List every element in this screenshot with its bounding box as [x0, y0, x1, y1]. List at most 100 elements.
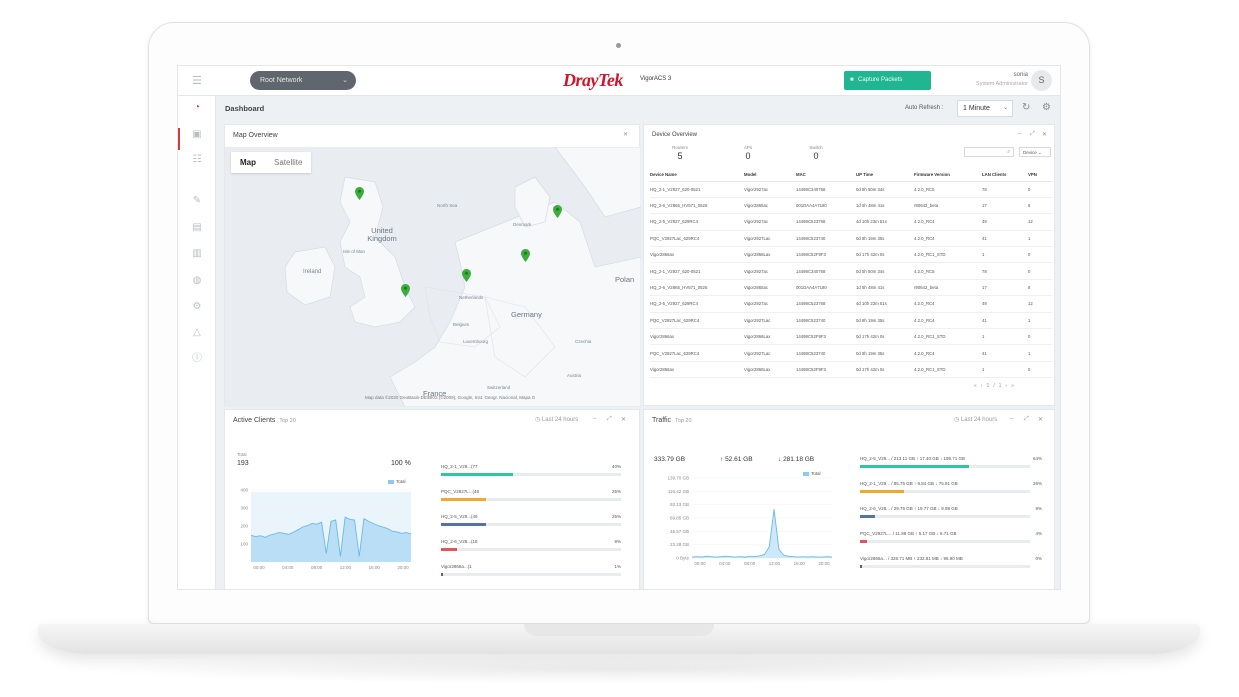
tab-satellite[interactable]: Satellite: [265, 152, 311, 173]
camera-icon: ■: [850, 77, 854, 83]
table-row[interactable]: PQC_V2927Lac_629RC4 Vigor2927Lac 14498C523…: [650, 230, 1052, 248]
map-marker-icon[interactable]: [355, 187, 364, 200]
time-range-select[interactable]: ◷ Last 24 hours: [535, 416, 578, 423]
table-cell: 0d 17h 42m 0s: [856, 328, 914, 346]
expand-icon[interactable]: ⤢: [607, 416, 612, 423]
device-search-input[interactable]: ⌕: [964, 147, 1014, 157]
monitoring-icon[interactable]: ▣: [190, 128, 204, 142]
table-row[interactable]: HQ_2-6_V2865_HV571_0526 Vigor2865ac 001DAA…: [650, 279, 1052, 297]
tab-map[interactable]: Map: [231, 152, 265, 173]
search-icon: ⌕: [1007, 149, 1010, 155]
expand-icon[interactable]: ⤢: [1024, 416, 1029, 423]
network-selector[interactable]: Root Network ⌄: [250, 71, 356, 90]
bar-item[interactable]: HQ_2-1_V29...(77 40%: [441, 464, 621, 484]
close-icon[interactable]: ✕: [1038, 416, 1043, 423]
webcam-icon: [616, 43, 621, 48]
bar-item[interactable]: HQ_2-1_V29... / 85.75 GB ↑ 9.84 GB ↓ 75.…: [860, 481, 1042, 501]
expand-icon[interactable]: ⤢: [1030, 131, 1035, 138]
minimize-icon[interactable]: –: [1010, 416, 1013, 422]
map-marker-icon[interactable]: [401, 284, 410, 297]
menu-icon[interactable]: ☰: [192, 74, 204, 87]
bar-item[interactable]: PQC_V2927L...(48 25%: [441, 489, 621, 509]
table-cell: r90642_beta: [914, 197, 982, 215]
bar-item[interactable]: HQ_2-6_V28...(18 9%: [441, 539, 621, 559]
table-cell: 14498C52F9F3: [796, 246, 856, 264]
dashboard-icon[interactable]: ◔: [190, 101, 204, 115]
table-cell: Vigor2866ax: [650, 328, 744, 346]
table-row[interactable]: HQ_2-6_V2865_HV571_0526 Vigor2865ac 001DAA…: [650, 197, 1052, 215]
contacts-icon[interactable]: ▥: [190, 247, 204, 261]
table-row[interactable]: HQ_2-5_V2927_629RC4 Vigor2927ac 14498C5237…: [650, 295, 1052, 313]
settings-sliders-icon[interactable]: ☷: [190, 153, 204, 167]
column-header[interactable]: Model: [744, 169, 796, 182]
traffic-download: ↓ 281.18 GB: [778, 456, 814, 463]
minimize-icon[interactable]: –: [1018, 131, 1021, 137]
bar-item-label: HQ_2-5_V29... / 213.11 GB ↑ 17.40 GB ↓ 1…: [860, 456, 965, 461]
bar-item[interactable]: HQ_2-5_V29... / 213.11 GB ↑ 17.40 GB ↓ 1…: [860, 456, 1042, 476]
device-filter-value: Device: [1023, 150, 1037, 155]
close-icon[interactable]: ✕: [623, 131, 628, 138]
first-page-icon[interactable]: «: [974, 383, 981, 389]
table-cell: 14498C340768: [796, 181, 856, 198]
bar-item[interactable]: HQ_2-5_V29...(49 25%: [441, 514, 621, 534]
bar-item[interactable]: HQ_2-6_V28... / 29.75 GB ↑ 19.77 GB ↓ 9.…: [860, 506, 1042, 526]
table-cell: Vigor2866ax: [650, 246, 744, 264]
close-icon[interactable]: ✕: [1042, 131, 1047, 138]
avatar[interactable]: S: [1031, 70, 1052, 91]
info-icon[interactable]: ⓘ: [190, 352, 204, 366]
table-row[interactable]: Vigor2866ax Vigor2866Lax 14498C52F9F3 0d 17…: [650, 328, 1052, 346]
warning-icon[interactable]: △: [190, 326, 204, 340]
bar-item-label: HQ_2-1_V29... / 85.75 GB ↑ 9.84 GB ↓ 75.…: [860, 481, 958, 486]
bar-item[interactable]: Vigor2866a...(1 1%: [441, 564, 621, 584]
map-marker-icon[interactable]: [462, 269, 471, 282]
bar-fill: [441, 573, 443, 576]
column-header[interactable]: Firmware Version: [914, 169, 982, 182]
time-range-select[interactable]: ◷ Last 24 hours: [954, 416, 997, 423]
table-cell: Vigor2866Lax: [744, 246, 796, 264]
table-row[interactable]: HQ_2-1_V2927_620-0521 Vigor2927ac 14498C34…: [650, 181, 1052, 198]
table-cell: 8: [1028, 279, 1052, 297]
globe-icon[interactable]: ◍: [190, 274, 204, 288]
table-row[interactable]: HQ_2-5_V2927_629RC4 Vigor2927ac 14498C5237…: [650, 213, 1052, 231]
stat-label: Switch: [809, 145, 823, 150]
map-credit: Map data ©2020 GeoBasis-DE/BKG (©2009), …: [365, 395, 536, 400]
column-header[interactable]: MAC: [796, 169, 856, 182]
map-canvas[interactable]: Map Satellite United Kingdom Ireland Isl…: [225, 147, 641, 407]
panel-title-text: Active Clients: [233, 417, 276, 424]
close-icon[interactable]: ✕: [621, 416, 626, 423]
auto-refresh-select[interactable]: 1 Minute ⌄: [957, 100, 1013, 117]
bar-item-percent: 25%: [611, 514, 621, 519]
column-header[interactable]: Device Name: [650, 169, 744, 182]
table-row[interactable]: PQC_V2927Lac_629RC4 Vigor2927Lac 14498C523…: [650, 312, 1052, 330]
network-selector-label: Root Network: [260, 77, 303, 84]
column-header[interactable]: VPN: [1028, 169, 1052, 182]
column-header[interactable]: LAN Clients: [982, 169, 1028, 182]
table-row[interactable]: PQC_V2927Lac_629RC4 Vigor2927Lac 14498C523…: [650, 344, 1052, 362]
image-icon[interactable]: ▤: [190, 221, 204, 235]
tools-icon[interactable]: ✎: [190, 194, 204, 208]
user-info[interactable]: sonia System Administrator: [968, 71, 1028, 89]
capture-packets-button[interactable]: ■ Capture Packets: [844, 71, 931, 90]
table-cell: 14498C523740: [796, 230, 856, 248]
bar-item[interactable]: Vigor2866a... / 328.71 MB ↑ 232.81 MB ↓ …: [860, 556, 1042, 576]
refresh-icon[interactable]: ↻: [1022, 102, 1030, 113]
map-marker-icon[interactable]: [553, 205, 562, 218]
active-clients-chart[interactable]: 400 300 200 100 00:00 04:00 08:00 12:00 16:00 20:…: [225, 470, 425, 580]
device-type-filter[interactable]: Device ⌄: [1019, 147, 1051, 157]
bar-item[interactable]: PQC_V2927L... / 11.88 GB ↑ 5.17 GB ↓ 6.7…: [860, 531, 1042, 551]
download-icon: ↓: [778, 456, 782, 463]
gear-icon[interactable]: ⚙: [190, 300, 204, 314]
table-row[interactable]: Vigor2866ax Vigor2866Lax 14498C52F9F3 0d 17…: [650, 246, 1052, 264]
traffic-chart[interactable]: 139.70 GB 116.42 GB 93.13 GB 69.85 GB 46.57 …: [644, 470, 844, 582]
map-marker-icon[interactable]: [521, 249, 530, 262]
minimize-icon[interactable]: –: [593, 416, 596, 422]
column-header[interactable]: UP Time: [856, 169, 914, 182]
traffic-total: 333.79 GB: [654, 456, 686, 463]
table-cell: 0d 17h 42m 0s: [856, 246, 914, 264]
gear-icon[interactable]: ⚙: [1042, 102, 1051, 113]
last-page-icon[interactable]: »: [1011, 383, 1018, 389]
x-tick-label: 20:00: [397, 565, 409, 570]
table-row[interactable]: HQ_2-1_V2927_620-0521 Vigor2927ac 14498C34…: [650, 262, 1052, 280]
table-row[interactable]: Vigor2866ax Vigor2866Lax 14498C52F9F3 0d 17…: [650, 361, 1052, 379]
table-cell: 4.2.0_RC4: [914, 344, 982, 362]
